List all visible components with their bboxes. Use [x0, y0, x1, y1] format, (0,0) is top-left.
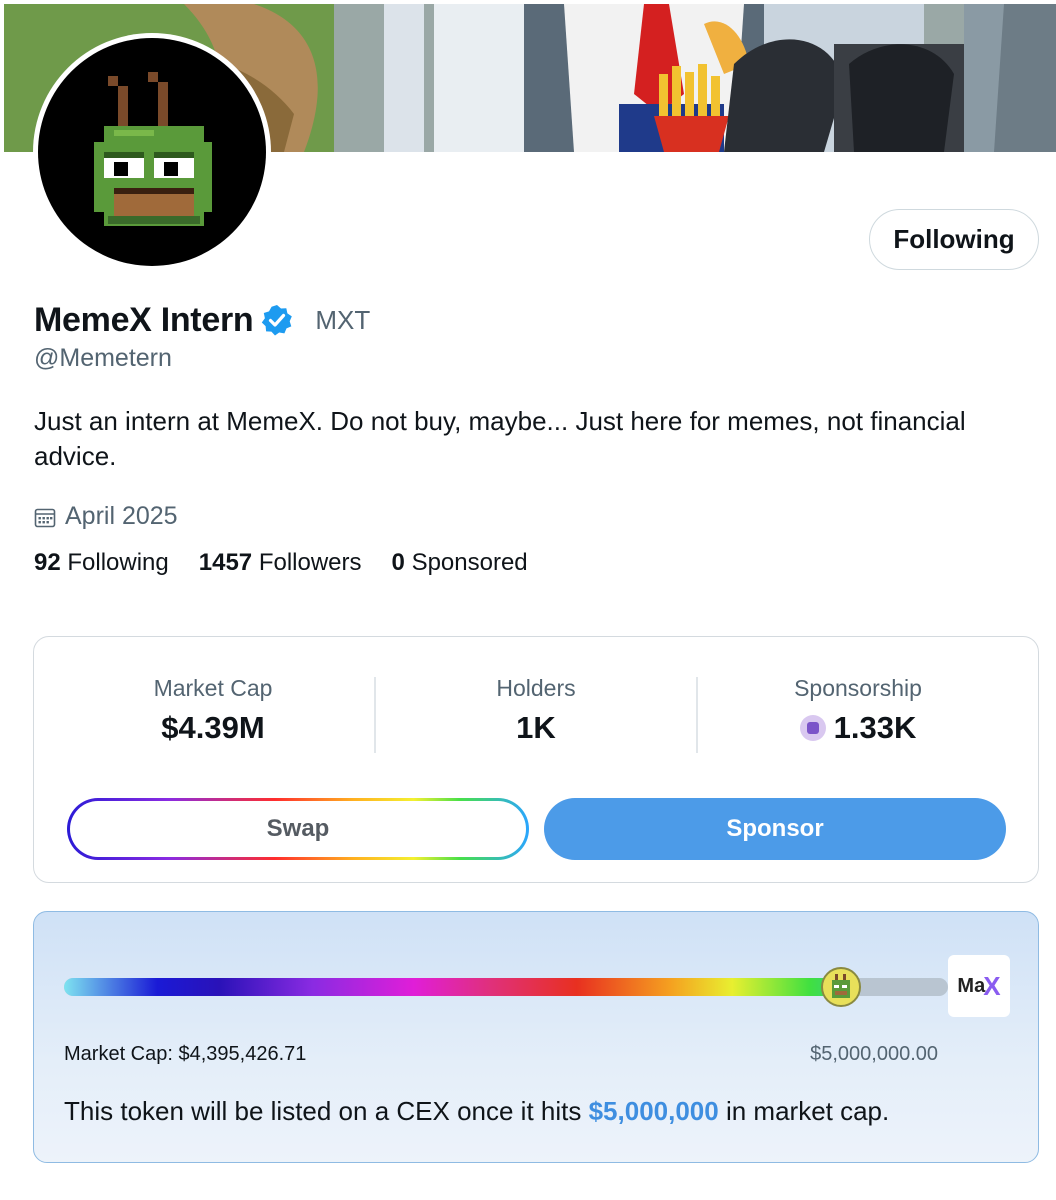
following-button[interactable]: Following: [869, 209, 1039, 270]
note-text: This token will be listed on a CEX once …: [64, 1096, 589, 1126]
profile-bio: Just an intern at MemeX. Do not buy, may…: [34, 406, 966, 471]
sponsor-button[interactable]: Sponsor: [544, 798, 1006, 860]
progress-thumb-icon[interactable]: [821, 967, 861, 1007]
note-highlight: $5,000,000: [588, 1096, 719, 1126]
cex-listing-note: This token will be listed on a CEX once …: [64, 1096, 889, 1127]
joined-date-label: April 2025: [65, 502, 178, 530]
verified-badge-icon: [262, 305, 293, 336]
stat-label: Followers: [258, 549, 362, 576]
stat-count: 92: [34, 549, 61, 576]
stat-count: 0: [391, 549, 405, 576]
joined-date: April 2025: [34, 502, 178, 531]
sponsorship-metric: Sponsorship 1.33K: [698, 675, 1018, 746]
token-ticker: MXT: [315, 304, 371, 335]
swap-button-label: Swap: [70, 801, 526, 857]
swap-button[interactable]: Swap: [67, 798, 529, 860]
sponsorship-value: 1.33K: [833, 710, 917, 745]
target-market-cap: $5,000,000.00: [810, 1043, 938, 1065]
profile-handle: @Memetern: [34, 344, 172, 372]
stat-label: Following: [67, 549, 169, 576]
metric-value: $4.39M: [53, 710, 373, 746]
cex-progress-card: Ma X Market Cap: $4,395,426.71 $5,000,000…: [33, 911, 1039, 1163]
holders-metric: Holders 1K: [376, 675, 696, 746]
metric-value: 1K: [376, 710, 696, 746]
display-name: MemeX Intern: [34, 300, 254, 339]
max-logo-x: X: [983, 970, 1001, 1001]
max-logo: Ma X: [948, 955, 1010, 1017]
stat-label: Sponsored: [411, 549, 528, 576]
calendar-icon: [34, 508, 56, 527]
metric-label: Market Cap: [153, 675, 273, 701]
metric-value: 1.33K: [698, 710, 1018, 746]
market-cap-progress-fill: [64, 978, 841, 996]
note-text: in market cap.: [718, 1096, 890, 1126]
metric-label: Sponsorship: [794, 675, 922, 701]
token-card: Market Cap $4.39M Holders 1K Sponsorship…: [33, 636, 1039, 883]
stat-count: 1457: [198, 549, 253, 576]
profile-stats: 92 Following 1457 Followers 0 Sponsored: [34, 549, 558, 577]
current-market-cap: Market Cap: $4,395,426.71: [64, 1043, 307, 1065]
market-cap-metric: Market Cap $4.39M: [53, 675, 373, 746]
max-logo-text: Ma: [957, 974, 986, 997]
metric-label: Holders: [496, 675, 576, 701]
holders-value: 1K: [516, 710, 556, 745]
following-count[interactable]: 92 Following: [34, 549, 169, 577]
sponsor-coin-icon: [799, 715, 826, 741]
sponsored-count[interactable]: 0 Sponsored: [392, 549, 528, 577]
avatar[interactable]: [33, 33, 271, 271]
avatar-image: [38, 38, 266, 266]
market-cap-progress-track: [64, 978, 948, 996]
profile-name-row: MemeX Intern MXT: [34, 298, 370, 342]
followers-count[interactable]: 1457 Followers: [199, 549, 362, 577]
market-cap-value: $4.39M: [161, 710, 265, 745]
